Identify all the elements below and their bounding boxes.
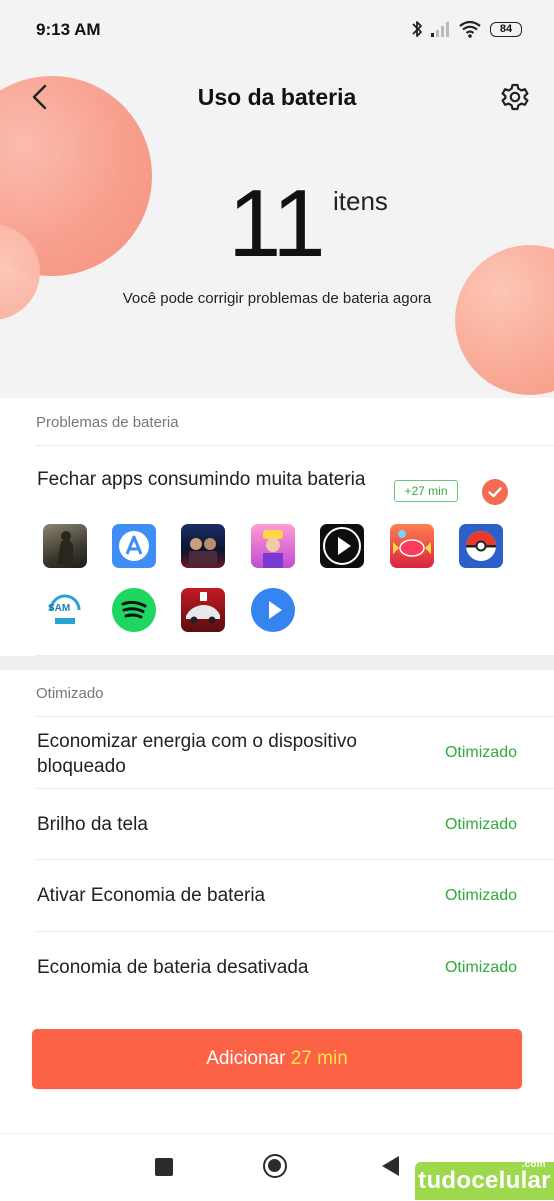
add-time-label: Adicionar: [206, 1048, 291, 1069]
gear-icon[interactable]: [500, 82, 530, 112]
status-time: 9:13 AM: [36, 20, 101, 39]
optimized-status: Otimizado: [444, 816, 517, 833]
optimized-status: Otimizado: [444, 887, 517, 904]
candy-crush-app-icon: [390, 524, 434, 568]
summary-message: Você pode corrigir problemas de bateria …: [122, 290, 432, 307]
wifi-icon: [459, 20, 481, 38]
issue-count-unit: itens: [333, 186, 388, 216]
close-apps-item-title[interactable]: Fechar apps consumindo muita bateria: [37, 468, 367, 492]
nav-back-button[interactable]: [382, 1156, 399, 1176]
divider: [36, 445, 554, 446]
issue-count: 11: [228, 170, 326, 277]
call-of-duty-app-icon: [43, 524, 87, 568]
watermark-text: tudocelular: [418, 1167, 551, 1194]
gsam-icon-label: SAM: [48, 603, 71, 614]
check-icon: [488, 487, 502, 498]
spotify-app-icon: [112, 588, 156, 632]
play-app-icon: [251, 588, 295, 632]
time-gain-badge: +27 min: [394, 480, 458, 502]
add-time-button[interactable]: Adicionar 27 min: [32, 1029, 522, 1089]
close-apps-checkbox[interactable]: [482, 479, 508, 505]
optimized-item-label: Economia de bateria desativada: [37, 957, 309, 978]
optimized-item-label: Brilho da tela: [37, 814, 148, 835]
signal-icon: [431, 22, 449, 37]
optimized-item-locked-saving[interactable]: Economizar energia com o dispositivo blo…: [0, 717, 554, 788]
gsam-battery-monitor-app-icon: SAM: [43, 588, 87, 632]
status-bar: 9:13 AM 84: [0, 0, 554, 60]
watermark: tudocelular .com: [415, 1159, 554, 1200]
pokemon-go-app-icon: [459, 524, 503, 568]
home-button[interactable]: [263, 1154, 287, 1178]
optimized-section-title: Otimizado: [36, 685, 104, 702]
page-title: Uso da bateria: [197, 84, 357, 110]
recents-button[interactable]: [155, 1158, 173, 1176]
marvel-game-app-icon: [181, 524, 225, 568]
decorative-circle: [455, 245, 554, 395]
optimized-item-battery-saver[interactable]: Ativar Economia de bateria Otimizado: [0, 860, 554, 931]
optimized-item-label: Ativar Economia de bateria: [37, 885, 266, 906]
battery-indicator: 84: [490, 22, 522, 37]
problems-section-title: Problemas de bateria: [36, 414, 179, 431]
add-time-highlight: 27 min: [290, 1048, 348, 1069]
optimized-item-brightness[interactable]: Brilho da tela Otimizado: [0, 789, 554, 859]
section-gap: [0, 656, 554, 670]
optimized-item-saver-disabled[interactable]: Economia de bateria desativada Otimizado: [0, 932, 554, 1002]
bluetooth-icon: [412, 21, 422, 37]
asphalt-racing-app-icon: [181, 588, 225, 632]
app-a-icon: [112, 524, 156, 568]
optimized-status: Otimizado: [444, 959, 517, 976]
subway-surfers-app-icon: [251, 524, 295, 568]
optimized-status: Otimizado: [444, 744, 517, 761]
optimized-item-label: Economizar energia com o dispositivo blo…: [37, 731, 357, 777]
video-player-app-icon: [320, 524, 364, 568]
watermark-suffix: .com: [521, 1159, 546, 1170]
